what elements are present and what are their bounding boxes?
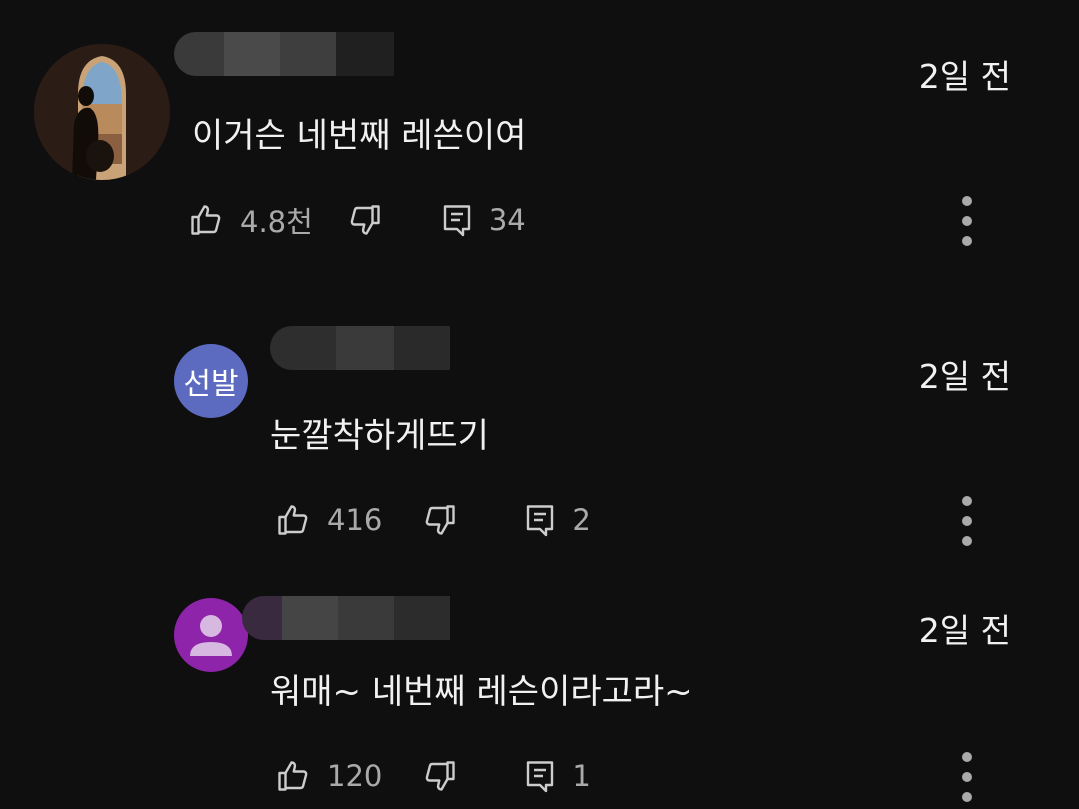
avatar[interactable]: [34, 44, 170, 180]
reply-count[interactable]: 2: [572, 503, 590, 537]
more-vertical-icon[interactable]: [955, 196, 979, 246]
reply-icon[interactable]: [522, 502, 558, 538]
author-name-blurred[interactable]: [270, 326, 450, 370]
timestamp[interactable]: 2일 전: [919, 604, 1011, 652]
thumb-up-icon[interactable]: [188, 202, 224, 238]
comment-thread: 선발 2일 전 눈깔착하게뜨기 416 2: [0, 300, 1079, 560]
comment-text: 눈깔착하게뜨기: [270, 416, 489, 456]
comment-thread: 2일 전 워매~ 네번째 레슨이라고라~ 120 1: [0, 560, 1079, 809]
like-count: 4.8천: [240, 205, 313, 239]
default-user-icon: [190, 615, 232, 656]
timestamp[interactable]: 2일 전: [919, 350, 1011, 398]
thumb-down-icon[interactable]: [422, 758, 458, 794]
comment-actions: 120 1: [275, 754, 591, 798]
reply-count[interactable]: 1: [572, 759, 590, 793]
like-count: 416: [327, 503, 383, 537]
comment-text: 이거슨 네번째 레쓴이여: [192, 116, 527, 156]
avatar[interactable]: [174, 598, 248, 672]
author-name-blurred[interactable]: [242, 596, 450, 640]
more-vertical-icon[interactable]: [955, 496, 979, 546]
comment-actions: 4.8천 34: [188, 198, 526, 242]
reply-icon[interactable]: [522, 758, 558, 794]
thumb-down-icon[interactable]: [347, 202, 383, 238]
reply-count[interactable]: 34: [489, 203, 526, 237]
more-vertical-icon[interactable]: [955, 752, 979, 802]
thumb-up-icon[interactable]: [275, 758, 311, 794]
thumb-up-icon[interactable]: [275, 502, 311, 538]
author-name-blurred[interactable]: [174, 32, 394, 76]
comment-actions: 416 2: [275, 498, 591, 542]
thumb-down-icon[interactable]: [422, 502, 458, 538]
avatar-initials: 선발: [183, 367, 239, 402]
timestamp[interactable]: 2일 전: [919, 50, 1011, 98]
reply-icon[interactable]: [439, 202, 475, 238]
avatar[interactable]: 선발: [174, 344, 248, 418]
comment-thread: 2일 전 이거슨 네번째 레쓴이여 4.8천 34: [0, 0, 1079, 280]
like-count: 120: [327, 759, 383, 793]
comment-text: 워매~ 네번째 레슨이라고라~: [270, 672, 693, 712]
avatar-photo-image: [34, 44, 170, 180]
